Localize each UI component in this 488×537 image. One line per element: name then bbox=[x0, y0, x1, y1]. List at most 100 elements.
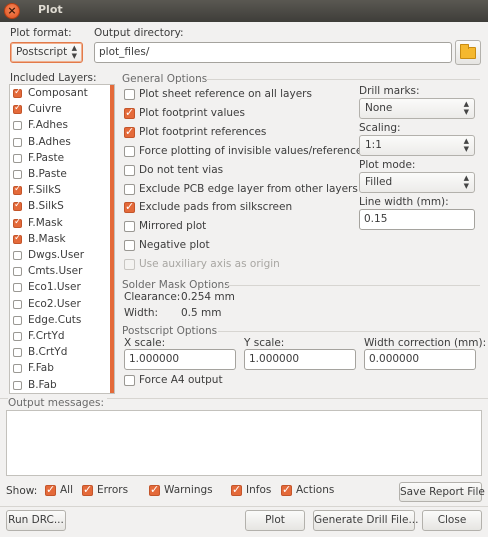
option-check-box[interactable] bbox=[124, 145, 135, 157]
run-drc-button[interactable]: Run DRC... bbox=[6, 510, 66, 531]
layer-checkbox[interactable] bbox=[13, 184, 22, 196]
layer-checkbox[interactable] bbox=[13, 200, 22, 212]
option-check-box[interactable] bbox=[124, 106, 135, 119]
show-filter-checkbox[interactable]: Actions bbox=[281, 482, 351, 500]
force-a4-check-box[interactable] bbox=[124, 375, 135, 386]
layer-item[interactable]: B.Fab bbox=[10, 378, 110, 393]
filter-check-box[interactable] bbox=[149, 483, 160, 496]
layer-checkbox[interactable] bbox=[13, 380, 22, 390]
general-option-checkbox[interactable]: Force plotting of invisible values/refer… bbox=[124, 143, 368, 161]
layer-checkbox[interactable] bbox=[13, 299, 22, 309]
layer-checkbox[interactable] bbox=[13, 332, 22, 341]
option-check-box[interactable] bbox=[124, 89, 135, 100]
layer-checkbox[interactable] bbox=[13, 348, 22, 358]
x-scale-input[interactable]: 1.000000 bbox=[124, 349, 236, 370]
layer-checkbox[interactable] bbox=[13, 217, 22, 228]
layer-item[interactable]: B.SilkS bbox=[10, 199, 110, 215]
show-filter-checkbox[interactable]: Warnings bbox=[149, 482, 219, 500]
clearance-value: 0.254 mm bbox=[181, 291, 235, 303]
layer-checkbox[interactable] bbox=[13, 233, 22, 244]
layer-checkbox[interactable] bbox=[13, 364, 22, 374]
combo-arrows-icon: ▲ ▼ bbox=[463, 100, 469, 116]
width-correction-input[interactable]: 0.000000 bbox=[364, 349, 476, 370]
option-check-box[interactable] bbox=[124, 221, 135, 233]
layer-checkbox[interactable] bbox=[13, 283, 22, 293]
plot-button[interactable]: Plot bbox=[245, 510, 305, 531]
layer-item[interactable]: B.Adhes bbox=[10, 135, 110, 151]
show-filter-checkbox[interactable]: Errors bbox=[82, 482, 152, 500]
layer-checkbox[interactable] bbox=[13, 87, 22, 98]
output-directory-input[interactable]: plot_files/ bbox=[94, 42, 452, 63]
general-option-checkbox[interactable]: Mirrored plot bbox=[124, 218, 356, 236]
layer-checkbox[interactable] bbox=[13, 170, 22, 179]
filter-check-box[interactable] bbox=[231, 483, 242, 496]
option-check-box bbox=[124, 259, 135, 271]
layer-item[interactable]: F.Mask bbox=[10, 216, 110, 232]
browse-folder-button[interactable] bbox=[455, 40, 481, 65]
close-window-icon[interactable]: × bbox=[4, 3, 20, 19]
layer-checkbox[interactable] bbox=[13, 267, 22, 277]
layer-item[interactable]: Cmts.User bbox=[10, 264, 110, 280]
layer-item[interactable]: Edge.Cuts bbox=[10, 313, 110, 329]
output-messages-area[interactable] bbox=[6, 410, 482, 476]
option-check-box[interactable] bbox=[124, 125, 135, 138]
filter-check-box[interactable] bbox=[281, 483, 292, 496]
line-width-label: Line width (mm): bbox=[359, 196, 449, 208]
postscript-divider bbox=[218, 331, 480, 332]
layer-item[interactable]: F.Adhes bbox=[10, 118, 110, 134]
y-scale-input[interactable]: 1.000000 bbox=[244, 349, 356, 370]
filter-check-box[interactable] bbox=[45, 483, 56, 496]
layer-label: B.Fab bbox=[28, 378, 57, 391]
option-check-box[interactable] bbox=[124, 200, 135, 214]
layers-list[interactable]: Composant Cuivre F.Adhes B.Adhes F.Paste B.Pa… bbox=[9, 84, 115, 394]
layer-checkbox[interactable] bbox=[13, 103, 22, 115]
layer-item[interactable]: Eco2.User bbox=[10, 297, 110, 313]
layers-scrollbar[interactable] bbox=[110, 85, 114, 393]
layer-checkbox[interactable] bbox=[13, 315, 22, 325]
layer-label: Cuivre bbox=[28, 103, 62, 116]
general-option-checkbox[interactable]: Plot footprint values bbox=[124, 105, 356, 123]
layer-item[interactable]: F.CrtYd bbox=[10, 329, 110, 345]
line-width-input[interactable]: 0.15 bbox=[359, 209, 475, 230]
option-check-box[interactable] bbox=[124, 164, 135, 176]
plot-mode-select[interactable]: Filled ▲ ▼ bbox=[359, 172, 475, 193]
clearance-label: Clearance: bbox=[124, 291, 181, 303]
scaling-select[interactable]: 1:1 ▲ ▼ bbox=[359, 135, 475, 156]
general-option-checkbox[interactable]: Exclude pads from silkscreen bbox=[124, 199, 356, 217]
layer-checkbox[interactable] bbox=[13, 251, 22, 260]
layer-item[interactable]: B.Paste bbox=[10, 167, 110, 183]
layer-label: F.Mask bbox=[28, 216, 63, 229]
general-option-checkbox[interactable]: Exclude PCB edge layer from other layers bbox=[124, 181, 358, 199]
layer-item[interactable]: F.SilkS bbox=[10, 183, 110, 199]
layer-item[interactable]: B.CrtYd bbox=[10, 345, 110, 361]
layer-item[interactable]: F.Paste bbox=[10, 151, 110, 167]
filter-check-box[interactable] bbox=[82, 483, 93, 496]
layer-item[interactable]: Cuivre bbox=[10, 102, 110, 118]
title-bar[interactable]: × Plot bbox=[0, 0, 488, 22]
layer-item[interactable]: Composant bbox=[10, 86, 110, 102]
general-option-checkbox[interactable]: Plot footprint references bbox=[124, 124, 356, 142]
general-option-checkbox[interactable]: Negative plot bbox=[124, 237, 356, 255]
drill-marks-select[interactable]: None ▲ ▼ bbox=[359, 98, 475, 119]
layer-checkbox[interactable] bbox=[13, 153, 22, 163]
filter-label: Actions bbox=[296, 484, 335, 496]
general-option-checkbox[interactable]: Plot sheet reference on all layers bbox=[124, 86, 356, 104]
layer-item[interactable]: F.Fab bbox=[10, 361, 110, 377]
save-report-file-button[interactable]: Save Report File bbox=[399, 482, 485, 502]
plot-format-select[interactable]: Postscript ▲ ▼ bbox=[10, 42, 83, 63]
generate-drill-file-button[interactable]: Generate Drill File... bbox=[313, 510, 418, 531]
option-check-box[interactable] bbox=[124, 240, 135, 252]
layer-item[interactable]: Eco1.User bbox=[10, 280, 110, 296]
close-button[interactable]: Close bbox=[422, 510, 482, 531]
layer-label: F.Adhes bbox=[28, 119, 68, 132]
layer-checkbox[interactable] bbox=[13, 121, 22, 131]
general-option-checkbox: Use auxiliary axis as origin bbox=[124, 256, 356, 274]
layer-item[interactable]: B.Mask bbox=[10, 232, 110, 248]
layer-item[interactable]: Dwgs.User bbox=[10, 248, 110, 264]
general-option-checkbox[interactable]: Do not tent vias bbox=[124, 162, 356, 180]
layer-label: Eco2.User bbox=[28, 297, 81, 310]
force-a4-checkbox[interactable]: Force A4 output bbox=[124, 372, 324, 390]
option-check-box[interactable] bbox=[124, 183, 135, 195]
option-label: Do not tent vias bbox=[139, 163, 224, 176]
layer-checkbox[interactable] bbox=[13, 137, 22, 147]
